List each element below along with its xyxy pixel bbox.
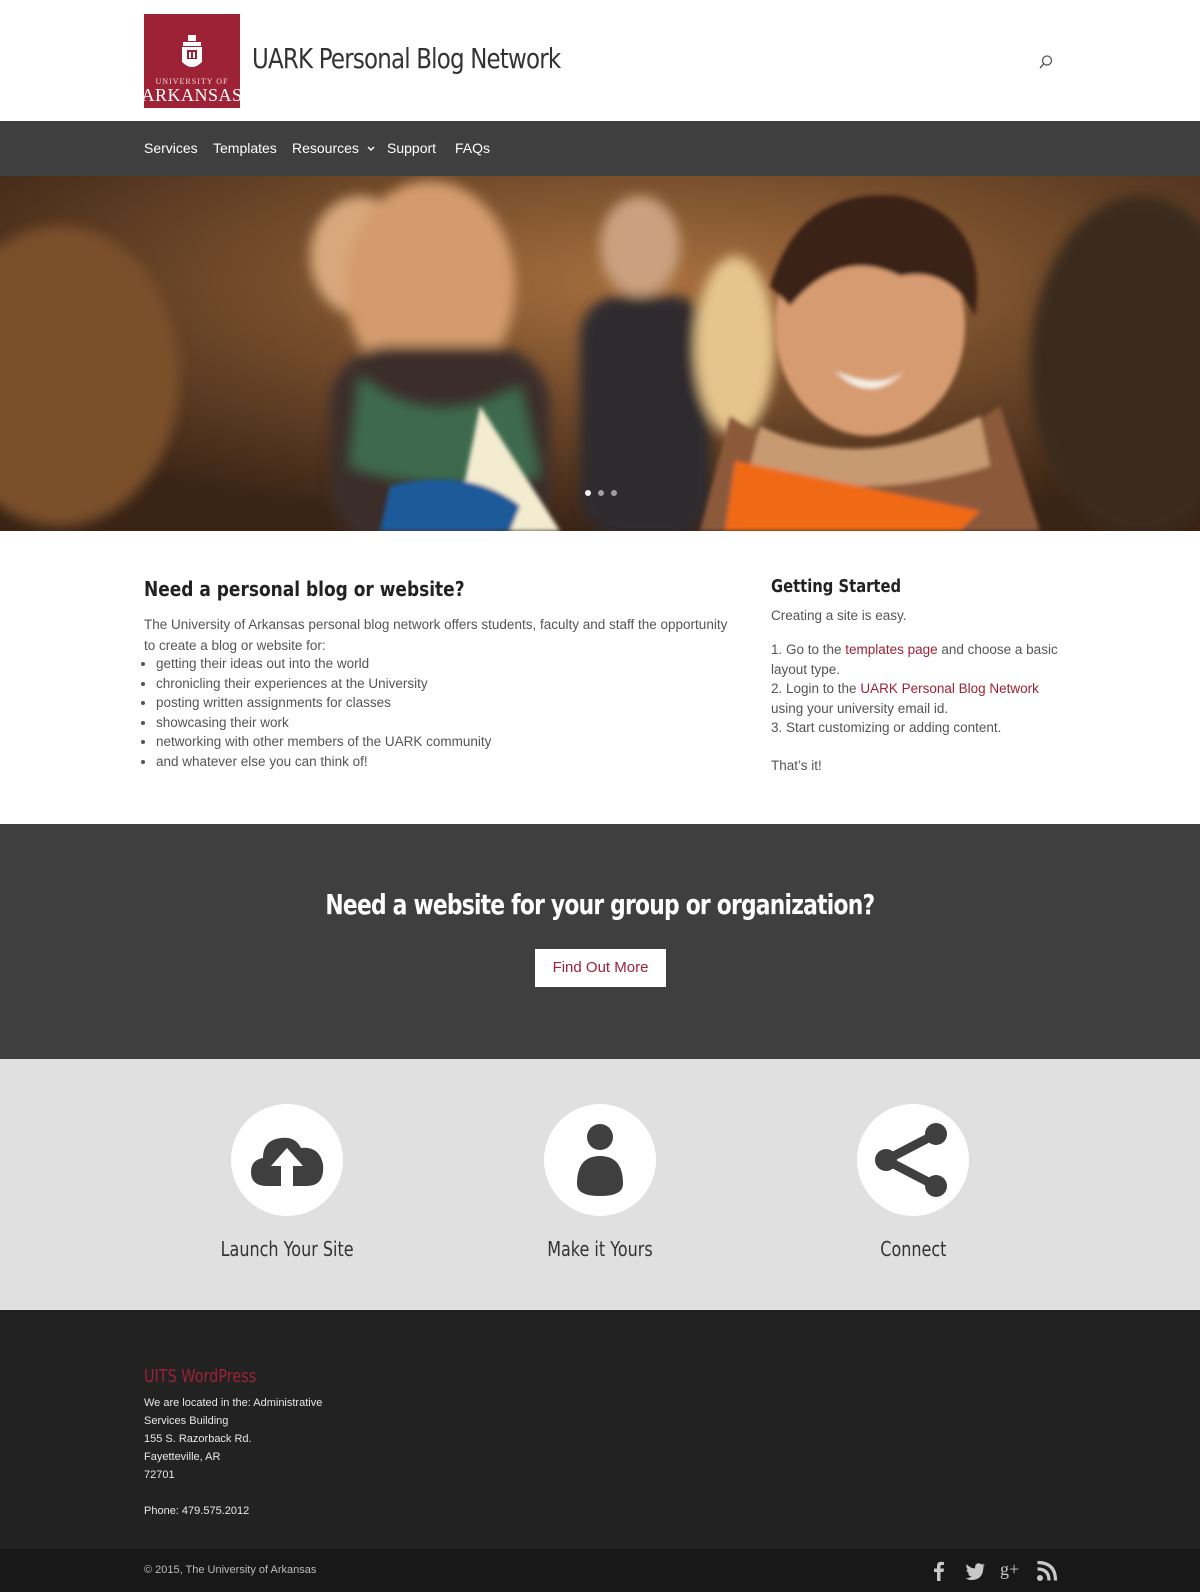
- list-item: and whatever else you can think of!: [156, 752, 491, 772]
- list-item: posting written assignments for classes: [156, 693, 491, 713]
- getting-started-heading: Getting Started: [771, 576, 902, 597]
- list-item: chronicling their experiences at the Uni…: [156, 674, 491, 694]
- feature-circle-connect[interactable]: [857, 1104, 969, 1216]
- feature-label-connect: Connect: [793, 1237, 1033, 1261]
- step-3: 3. Start customizing or adding content.: [771, 720, 1002, 735]
- chevron-down-icon: [367, 146, 375, 151]
- search-icon[interactable]: [1038, 54, 1054, 70]
- footer-title: UITS WordPress: [144, 1366, 257, 1387]
- nav-item-support[interactable]: Support: [387, 121, 436, 176]
- blog-network-link[interactable]: UARK Personal Blog Network: [860, 681, 1039, 696]
- copyright: © 2015, The University of Arkansas: [144, 1564, 317, 1576]
- footer-address-line: Fayetteville, AR: [144, 1451, 221, 1463]
- feature-label-make-yours: Make it Yours: [480, 1237, 720, 1261]
- footer-address-line: 72701: [144, 1469, 175, 1481]
- user-icon: [577, 1124, 623, 1196]
- getting-started-steps: 1. Go to the templates page and choose a…: [771, 640, 1071, 738]
- footer-address-line: 155 S. Razorback Rd.: [144, 1433, 252, 1445]
- google-plus-icon[interactable]: g+: [1000, 1558, 1022, 1580]
- slider-dot-1[interactable]: [585, 490, 591, 496]
- step-2-suffix: using your university email id.: [771, 700, 949, 716]
- footer-address-line: We are located in the: Administrative: [144, 1397, 323, 1409]
- intro-section: Need a personal blog or website? The Uni…: [0, 531, 1200, 824]
- footer: UITS WordPress We are located in the: Ad…: [0, 1310, 1200, 1549]
- footer-address-line: Services Building: [144, 1415, 229, 1427]
- hero-photo: [0, 176, 1200, 531]
- main-nav: Services Templates Resources Support FAQ…: [0, 121, 1200, 176]
- logo-line-2: ARKANSAS: [141, 85, 243, 105]
- nav-item-resources[interactable]: Resources: [292, 121, 376, 176]
- hero-slider[interactable]: [0, 176, 1200, 531]
- slider-dot-2[interactable]: [598, 490, 604, 496]
- getting-started-outro: That’s it!: [771, 758, 822, 773]
- intro-list: getting their ideas out into the world c…: [144, 654, 491, 771]
- feature-circle-launch[interactable]: [231, 1104, 343, 1216]
- cta-section: Need a website for your group or organiz…: [0, 824, 1200, 1059]
- features-section: Launch Your Site Make it Yours Connect: [0, 1059, 1200, 1310]
- list-item: getting their ideas out into the world: [156, 654, 491, 674]
- nav-item-faqs[interactable]: FAQs: [455, 121, 490, 176]
- list-item: networking with other members of the UAR…: [156, 732, 491, 752]
- templates-page-link[interactable]: templates page: [845, 642, 937, 657]
- step-1-prefix: 1. Go to the: [771, 642, 846, 657]
- bottom-bar: © 2015, The University of Arkansas g+: [0, 1549, 1200, 1592]
- seal-icon: [182, 35, 202, 67]
- footer-phone: Phone: 479.575.2012: [144, 1505, 250, 1517]
- twitter-icon[interactable]: [964, 1560, 986, 1582]
- nav-item-resources-label: Resources: [292, 140, 359, 156]
- find-out-more-button[interactable]: Find Out More: [535, 949, 666, 987]
- intro-heading: Need a personal blog or website?: [144, 577, 465, 601]
- feature-label-connect-text: Connect: [879, 1237, 947, 1261]
- slider-dot-3[interactable]: [611, 490, 617, 496]
- feature-circle-make-yours[interactable]: [544, 1104, 656, 1216]
- site-title[interactable]: UARK Personal Blog Network: [252, 42, 561, 75]
- share-icon: [875, 1123, 947, 1197]
- university-logo[interactable]: UNIVERSITY OF ARKANSAS: [141, 14, 243, 108]
- nav-item-services[interactable]: Services: [144, 121, 198, 176]
- cta-heading: Need a website for your group or organiz…: [0, 888, 1200, 921]
- step-2-prefix: 2. Login to the: [771, 681, 861, 696]
- list-item: showcasing their work: [156, 713, 491, 733]
- getting-started-intro: Creating a site is easy.: [771, 608, 907, 623]
- facebook-icon[interactable]: [928, 1560, 950, 1582]
- nav-item-templates[interactable]: Templates: [213, 121, 277, 176]
- rss-icon[interactable]: [1036, 1560, 1058, 1582]
- feature-label-launch-text: Launch Your Site: [220, 1237, 354, 1261]
- feature-label-launch: Launch Your Site: [167, 1237, 407, 1261]
- feature-label-make-yours-text: Make it Yours: [547, 1237, 653, 1261]
- site-header: UNIVERSITY OF ARKANSAS UARK Personal Blo…: [0, 0, 1200, 121]
- cta-heading-text: Need a website for your group or organiz…: [325, 888, 876, 921]
- cloud-upload-icon: [251, 1137, 324, 1186]
- intro-paragraph: The University of Arkansas personal blog…: [144, 617, 728, 653]
